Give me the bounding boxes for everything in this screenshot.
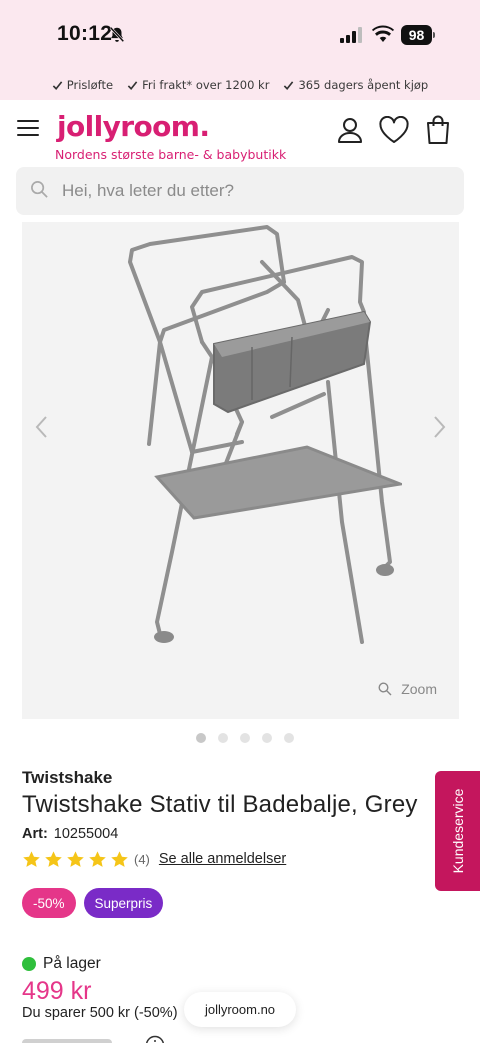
pagination-dot[interactable] xyxy=(196,733,206,743)
star-icon xyxy=(67,850,84,867)
cut-off-text xyxy=(22,1035,192,1043)
status-time: 10:12 xyxy=(57,22,113,45)
star-icon xyxy=(23,850,40,867)
zoom-button[interactable]: Zoom xyxy=(378,681,437,697)
usp-label: Prisløfte xyxy=(66,78,114,92)
wifi-icon xyxy=(372,25,394,42)
pagination-dot[interactable] xyxy=(218,733,228,743)
checkmark-icon xyxy=(284,80,294,90)
battery-icon: 98 xyxy=(401,25,435,45)
heart-wishlist-icon[interactable] xyxy=(378,116,410,144)
see-all-reviews-link[interactable]: Se alle anmeldelser xyxy=(159,851,286,867)
product-badges: -50% Superpris xyxy=(22,888,164,918)
star-icon xyxy=(111,850,128,867)
savings-text: Du sparer 500 kr (-50%) xyxy=(22,1005,178,1021)
star-icon xyxy=(45,850,62,867)
product-title: Twistshake Stativ til Badebalje, Grey xyxy=(22,791,418,818)
checkmark-icon xyxy=(52,80,63,90)
superpris-badge: Superpris xyxy=(83,888,164,918)
star-icon xyxy=(89,850,106,867)
usp-bar: Prisløfte Fri frakt* over 1200 kr 365 da… xyxy=(0,70,480,100)
search-input[interactable] xyxy=(62,167,452,215)
shopping-bag-icon[interactable] xyxy=(425,115,451,145)
article-label: Art: xyxy=(22,826,48,842)
bell-muted-icon xyxy=(109,26,125,43)
tagline: Nordens største barne- & babybutikk xyxy=(55,147,287,162)
zoom-icon xyxy=(378,682,392,696)
usp-label: Fri frakt* over 1200 kr xyxy=(142,78,270,92)
cellular-signal-icon xyxy=(340,27,362,43)
hamburger-menu-icon[interactable] xyxy=(17,120,39,138)
usp-item: 365 dagers åpent kjøp xyxy=(283,78,428,92)
search-icon xyxy=(31,181,48,198)
info-icon[interactable] xyxy=(145,1035,165,1043)
gallery-pagination xyxy=(196,733,294,743)
kundeservice-label: Kundeservice xyxy=(449,788,466,874)
user-account-icon[interactable] xyxy=(336,116,364,144)
pagination-dot[interactable] xyxy=(240,733,250,743)
stock-label: På lager xyxy=(43,955,101,972)
jollyroom-logo[interactable]: jollyroom. xyxy=(57,110,210,143)
product-gallery[interactable]: Zoom xyxy=(22,222,459,719)
site-header: jollyroom. Nordens største barne- & baby… xyxy=(0,100,480,168)
kundeservice-tab[interactable]: Kundeservice xyxy=(435,771,480,891)
usp-label: 365 dagers åpent kjøp xyxy=(298,78,429,92)
usp-item: Prisløfte xyxy=(52,78,113,92)
status-bar: 10:12 98 xyxy=(0,0,480,70)
discount-badge: -50% xyxy=(22,888,76,918)
zoom-label: Zoom xyxy=(401,681,437,697)
article-number: Art: 10255004 xyxy=(22,826,118,842)
browser-url-bar[interactable]: jollyroom.no xyxy=(184,992,296,1027)
product-brand[interactable]: Twistshake xyxy=(22,768,112,788)
gallery-prev-arrow-icon[interactable] xyxy=(32,412,52,442)
article-value: 10255004 xyxy=(53,826,119,842)
checkmark-icon xyxy=(127,80,138,90)
search-bar[interactable] xyxy=(16,167,464,215)
in-stock-indicator-icon xyxy=(22,957,36,971)
stock-status: På lager xyxy=(22,955,101,973)
battery-level: 98 xyxy=(401,25,432,45)
gallery-next-arrow-icon[interactable] xyxy=(429,412,449,442)
product-rating[interactable]: (4) Se alle anmeldelser xyxy=(22,849,286,869)
review-count: (4) xyxy=(134,851,150,867)
product-image xyxy=(128,225,402,644)
product-price: 499 kr xyxy=(22,977,92,1005)
usp-item: Fri frakt* over 1200 kr xyxy=(127,78,269,92)
pagination-dot[interactable] xyxy=(262,733,272,743)
pagination-dot[interactable] xyxy=(284,733,294,743)
